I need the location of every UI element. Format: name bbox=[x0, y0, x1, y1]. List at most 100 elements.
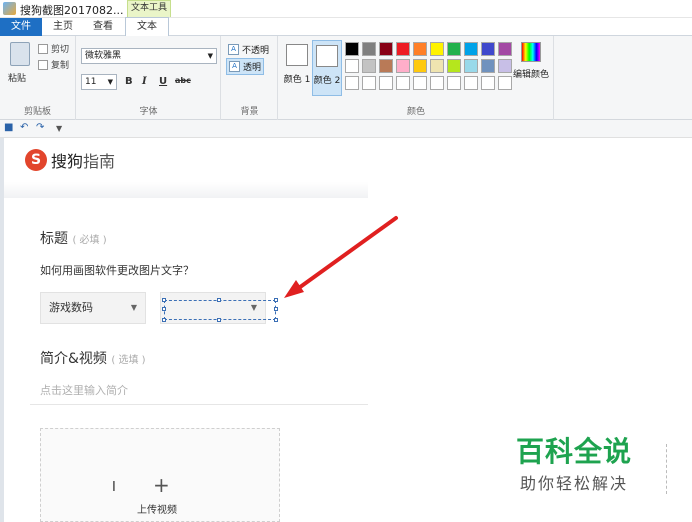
palette-color-swatch[interactable] bbox=[481, 59, 495, 73]
brand-sub: 指南 bbox=[83, 152, 116, 171]
redo-icon[interactable]: ↷ bbox=[36, 122, 44, 133]
palette-color-swatch[interactable] bbox=[396, 59, 410, 73]
ribbon: 粘贴 剪切 复制 剪贴板 微软雅黑 ▼ 11 ▼ B I U abc 字体 A … bbox=[0, 36, 692, 120]
title-bar: 搜狗截图2017082... 文本工具 bbox=[0, 0, 692, 18]
palette-color-swatch[interactable] bbox=[464, 59, 478, 73]
tab-view[interactable]: 查看 bbox=[84, 18, 122, 36]
paste-button-label[interactable]: 粘贴 bbox=[8, 71, 26, 84]
palette-color-swatch[interactable] bbox=[413, 42, 427, 56]
strikethrough-button[interactable]: abc bbox=[175, 76, 191, 85]
resize-handle[interactable] bbox=[217, 318, 221, 322]
font-size-select[interactable]: 11 ▼ bbox=[81, 74, 117, 90]
cut-label: 剪切 bbox=[51, 45, 70, 55]
document-title: 搜狗截图2017082... bbox=[20, 4, 124, 17]
font-group-label: 字体 bbox=[139, 107, 158, 117]
palette-color-swatch[interactable] bbox=[345, 59, 359, 73]
text-selection-box[interactable] bbox=[162, 298, 278, 322]
background-group: A 不透明 A 透明 背景 bbox=[222, 36, 278, 120]
font-family-select[interactable]: 微软雅黑 ▼ bbox=[81, 48, 217, 64]
palette-color-swatch[interactable] bbox=[447, 59, 461, 73]
palette-color-swatch[interactable] bbox=[379, 76, 393, 90]
opaque-icon: A bbox=[228, 44, 239, 55]
question-text: 如何用画图软件更改图片文字？ bbox=[40, 264, 194, 277]
paste-icon[interactable] bbox=[10, 42, 30, 66]
palette-color-swatch[interactable] bbox=[345, 76, 359, 90]
palette-color-swatch[interactable] bbox=[447, 76, 461, 90]
palette-color-swatch[interactable] bbox=[379, 59, 393, 73]
cut-button[interactable]: 剪切 bbox=[38, 42, 69, 55]
palette-color-swatch[interactable] bbox=[464, 76, 478, 90]
italic-button[interactable]: I bbox=[142, 76, 147, 87]
palette-color-swatch[interactable] bbox=[464, 42, 478, 56]
sogou-logo-icon: S bbox=[25, 149, 47, 171]
underline-button[interactable]: U bbox=[159, 76, 167, 87]
color1-button[interactable]: 颜色 1 bbox=[282, 40, 312, 96]
customize-qat-icon[interactable]: ▼ bbox=[56, 124, 62, 133]
resize-handle[interactable] bbox=[274, 307, 278, 311]
paint-app-icon bbox=[3, 2, 16, 15]
palette-color-swatch[interactable] bbox=[396, 76, 410, 90]
upload-video-label: 上传视频 bbox=[137, 505, 177, 516]
watermark: 百科全说 助你轻松解决 bbox=[516, 430, 632, 494]
transparent-button[interactable]: A 透明 bbox=[226, 58, 265, 75]
page-divider bbox=[4, 182, 368, 198]
background-group-label: 背景 bbox=[240, 107, 259, 117]
resize-handle[interactable] bbox=[274, 318, 278, 322]
transparent-label: 透明 bbox=[243, 63, 262, 73]
sogou-brand: S 搜狗指南 bbox=[25, 148, 115, 172]
save-icon[interactable]: ■ bbox=[4, 122, 13, 133]
clipboard-group: 粘贴 剪切 复制 剪贴板 bbox=[0, 36, 76, 120]
intro-label: 简介&视频 bbox=[40, 351, 107, 367]
color-palette bbox=[345, 42, 512, 90]
palette-color-swatch[interactable] bbox=[447, 42, 461, 56]
chevron-down-icon: ▼ bbox=[130, 303, 137, 312]
intro-input[interactable]: 点击这里输入简介 bbox=[40, 382, 128, 398]
palette-color-swatch[interactable] bbox=[362, 59, 376, 73]
palette-color-swatch[interactable] bbox=[379, 42, 393, 56]
palette-color-swatch[interactable] bbox=[481, 76, 495, 90]
plus-icon: + bbox=[153, 473, 170, 497]
resize-handle[interactable] bbox=[274, 298, 278, 302]
resize-handle[interactable] bbox=[162, 298, 166, 302]
palette-color-swatch[interactable] bbox=[430, 42, 444, 56]
edit-colors-button[interactable]: 编辑颜色 bbox=[511, 42, 551, 80]
color2-button[interactable]: 颜色 2 bbox=[312, 40, 342, 96]
copy-button[interactable]: 复制 bbox=[38, 58, 69, 71]
resize-handle[interactable] bbox=[217, 298, 221, 302]
intro-section-label: 简介&视频 ( 选填 ) bbox=[40, 348, 146, 368]
brand-name: 搜狗 bbox=[51, 152, 84, 171]
chevron-down-icon: ▼ bbox=[207, 52, 213, 60]
palette-color-swatch[interactable] bbox=[362, 42, 376, 56]
palette-color-swatch[interactable] bbox=[498, 59, 512, 73]
bold-button[interactable]: B bbox=[125, 76, 133, 87]
category-value: 游戏数码 bbox=[49, 301, 93, 314]
palette-color-swatch[interactable] bbox=[362, 76, 376, 90]
palette-color-swatch[interactable] bbox=[430, 76, 444, 90]
intro-underline bbox=[30, 404, 368, 405]
palette-color-swatch[interactable] bbox=[413, 59, 427, 73]
color1-label: 颜色 1 bbox=[283, 75, 311, 85]
palette-color-swatch[interactable] bbox=[498, 42, 512, 56]
resize-handle[interactable] bbox=[162, 307, 166, 311]
palette-color-swatch[interactable] bbox=[481, 42, 495, 56]
palette-color-swatch[interactable] bbox=[413, 76, 427, 90]
palette-color-swatch[interactable] bbox=[345, 42, 359, 56]
tab-file[interactable]: 文件 bbox=[0, 18, 42, 36]
canvas-edge-marker bbox=[666, 444, 668, 494]
palette-color-swatch[interactable] bbox=[396, 42, 410, 56]
undo-icon[interactable]: ↶ bbox=[20, 122, 28, 133]
chevron-down-icon: ▼ bbox=[107, 78, 113, 86]
copy-label: 复制 bbox=[51, 61, 70, 71]
opaque-button[interactable]: A 不透明 bbox=[226, 42, 271, 57]
font-group: 微软雅黑 ▼ 11 ▼ B I U abc 字体 bbox=[77, 36, 221, 120]
transparent-icon: A bbox=[229, 61, 240, 72]
tab-home[interactable]: 主页 bbox=[44, 18, 82, 36]
colors-group-label: 颜色 bbox=[406, 107, 425, 117]
upload-video-area[interactable]: + 上传视频 bbox=[40, 428, 280, 522]
context-tab-text-tools: 文本工具 bbox=[127, 0, 171, 17]
resize-handle[interactable] bbox=[162, 318, 166, 322]
category-select[interactable]: 游戏数码 ▼ bbox=[40, 292, 146, 324]
tab-text[interactable]: 文本 bbox=[125, 17, 169, 37]
palette-color-swatch[interactable] bbox=[498, 76, 512, 90]
palette-color-swatch[interactable] bbox=[430, 59, 444, 73]
